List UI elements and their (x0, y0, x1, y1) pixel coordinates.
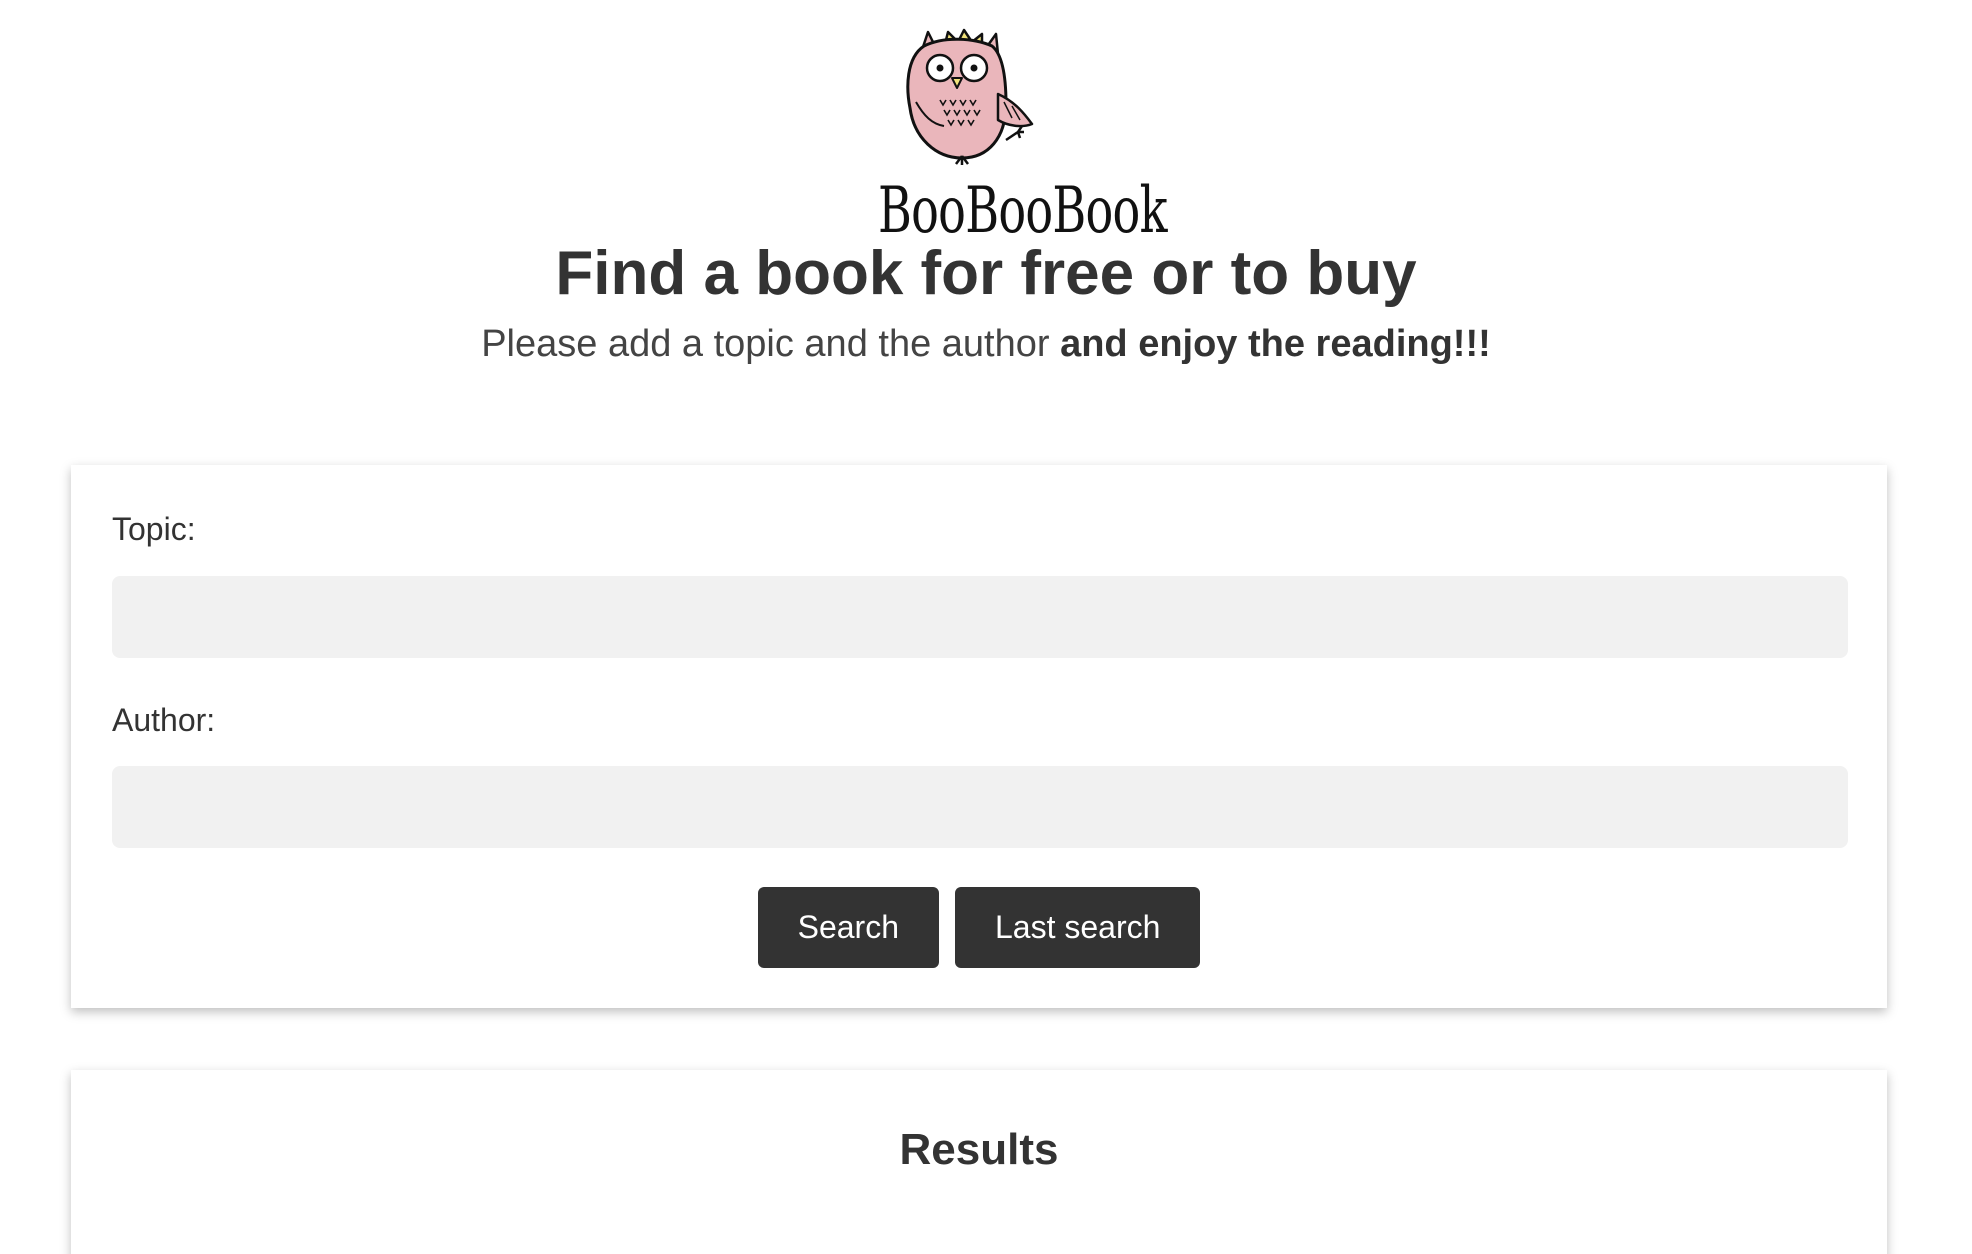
topic-label: Topic: (112, 511, 196, 547)
page-title: Find a book for free or to buy (555, 239, 1417, 308)
results-title: Results (899, 1125, 1059, 1174)
owl-with-crown-icon (906, 28, 1034, 165)
subtitle-bold: and enjoy the reading!!! (1060, 323, 1491, 365)
page: BooBooBook Find a book for free or to bu… (0, 0, 1972, 1254)
form-buttons: Search Last search (71, 887, 1887, 968)
author-label: Author: (112, 702, 216, 738)
page-subtitle: Please add a topic and the author and en… (0, 318, 1972, 370)
last-search-button[interactable]: Last search (954, 887, 1201, 968)
results-card: Results (71, 1070, 1887, 1254)
brand-logo: BooBooBook (836, 28, 1167, 246)
search-form-card: Topic: Author: Search Last search (71, 465, 1887, 1008)
subtitle-plain: Please add a topic and the author (481, 323, 1061, 365)
search-button[interactable]: Search (757, 887, 939, 968)
topic-input[interactable] (112, 576, 1848, 658)
author-input[interactable] (112, 766, 1848, 848)
